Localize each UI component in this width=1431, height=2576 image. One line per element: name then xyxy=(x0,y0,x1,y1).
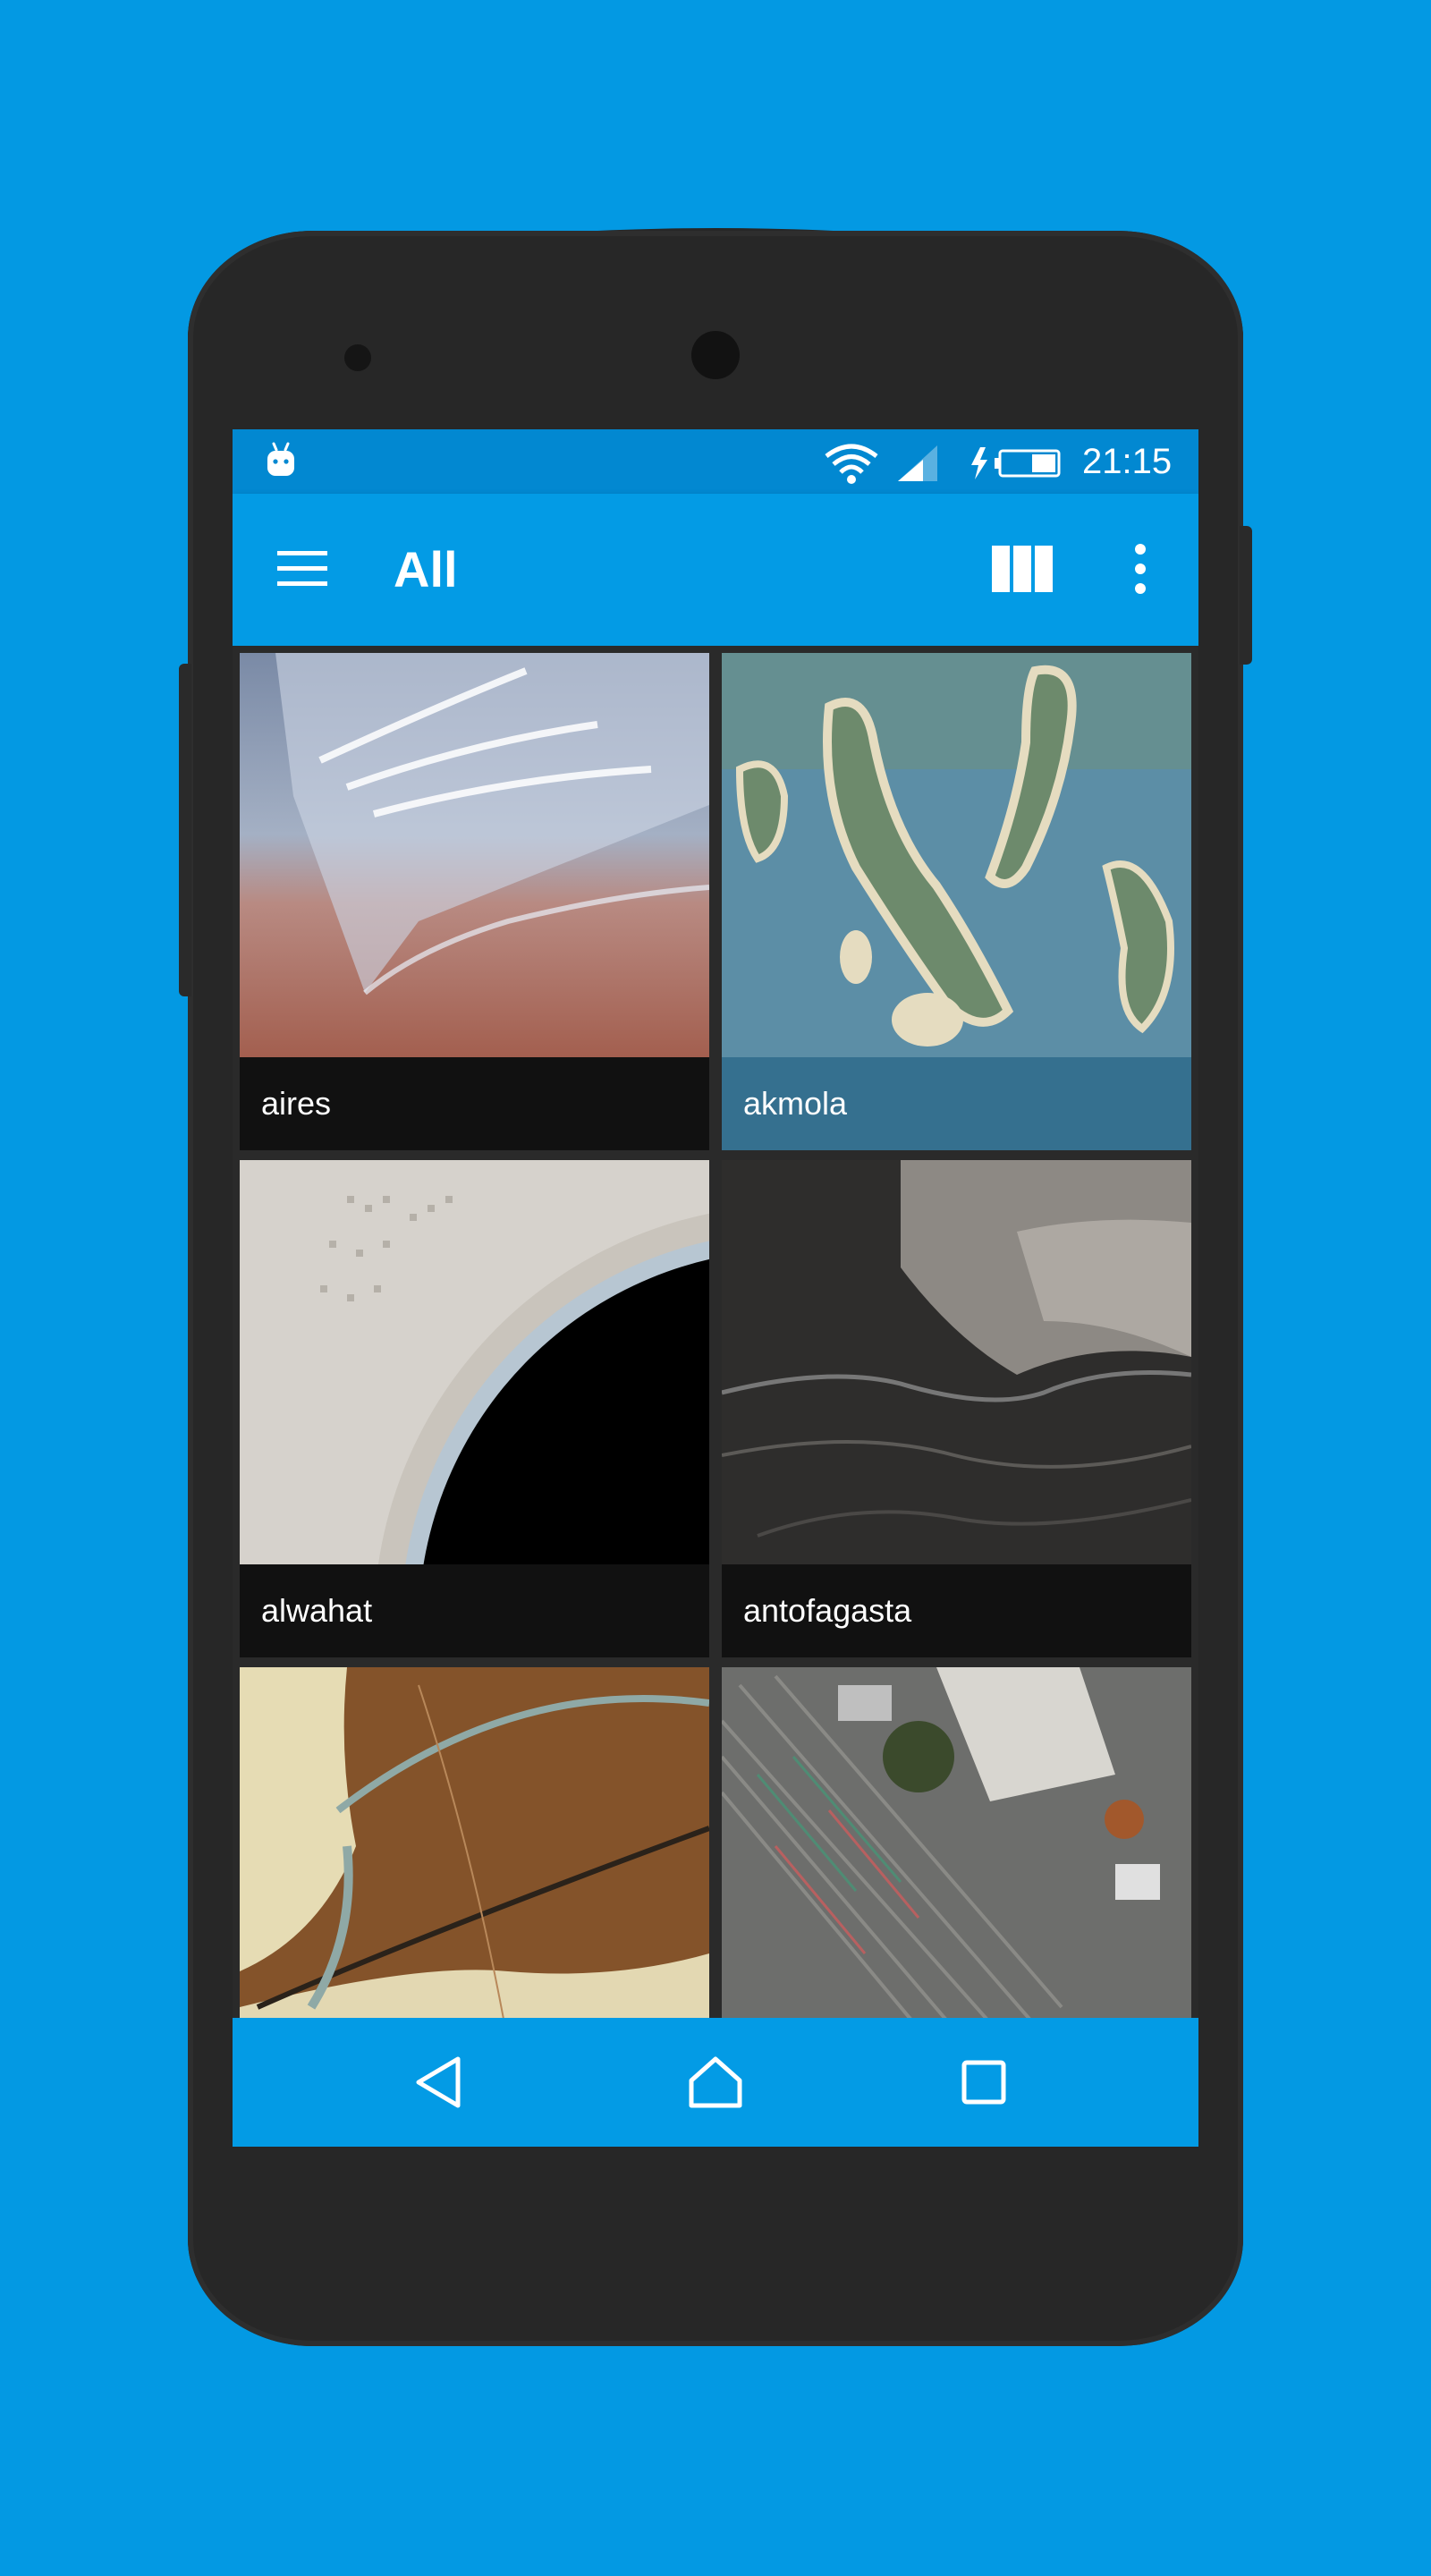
phone-volume-button xyxy=(179,664,191,996)
wallpaper-tile[interactable] xyxy=(722,1667,1191,2020)
wallpaper-tile-aires[interactable]: aires xyxy=(240,653,709,1150)
charging-battery-icon xyxy=(971,447,1061,479)
column-view-icon xyxy=(992,546,1053,592)
back-icon xyxy=(416,2056,461,2108)
wallpaper-thumbnail xyxy=(722,1667,1191,2020)
home-icon xyxy=(689,2056,742,2108)
wallpaper-caption: antofagasta xyxy=(722,1564,1191,1657)
navigation-drawer-button[interactable] xyxy=(265,531,340,606)
proximity-sensor xyxy=(344,344,371,371)
android-icon xyxy=(267,442,294,476)
view-mode-button[interactable] xyxy=(979,531,1065,606)
hamburger-menu-icon xyxy=(277,551,327,586)
wallpaper-tile[interactable] xyxy=(240,1667,709,2020)
wallpaper-thumbnail xyxy=(240,1667,709,2020)
wallpaper-thumbnail xyxy=(722,1160,1191,1564)
wallpaper-thumbnail xyxy=(240,653,709,1057)
back-button[interactable] xyxy=(394,2038,483,2127)
page-title: All xyxy=(394,541,458,597)
wallpaper-thumbnail xyxy=(240,1160,709,1564)
wallpaper-caption: akmola xyxy=(722,1057,1191,1150)
app-bar: All xyxy=(233,494,1198,646)
phone-power-button xyxy=(1240,526,1252,665)
recents-button[interactable] xyxy=(939,2038,1029,2127)
wallpaper-tile-alwahat[interactable]: alwahat xyxy=(240,1160,709,1657)
status-clock: 21:15 xyxy=(1082,442,1173,481)
more-vertical-icon xyxy=(1135,544,1146,594)
navigation-bar xyxy=(233,2018,1198,2147)
home-button[interactable] xyxy=(671,2038,760,2127)
wallpaper-thumbnail xyxy=(722,653,1191,1057)
overflow-menu-button[interactable] xyxy=(1105,531,1176,606)
wallpaper-tile-akmola[interactable]: akmola xyxy=(722,653,1191,1150)
wallpaper-tile-antofagasta[interactable]: antofagasta xyxy=(722,1160,1191,1657)
wallpaper-caption: aires xyxy=(240,1057,709,1150)
wifi-icon xyxy=(825,444,878,484)
front-camera xyxy=(691,331,740,379)
wallpaper-caption: alwahat xyxy=(240,1564,709,1657)
phone-screen: 21:15 All aires akmola alwahat antofagas… xyxy=(233,429,1198,2147)
signal-icon xyxy=(898,445,937,481)
wallpaper-grid: aires akmola alwahat antofagasta xyxy=(233,646,1198,2020)
status-bar: 21:15 xyxy=(233,429,1198,494)
recents-icon xyxy=(961,2060,1006,2105)
